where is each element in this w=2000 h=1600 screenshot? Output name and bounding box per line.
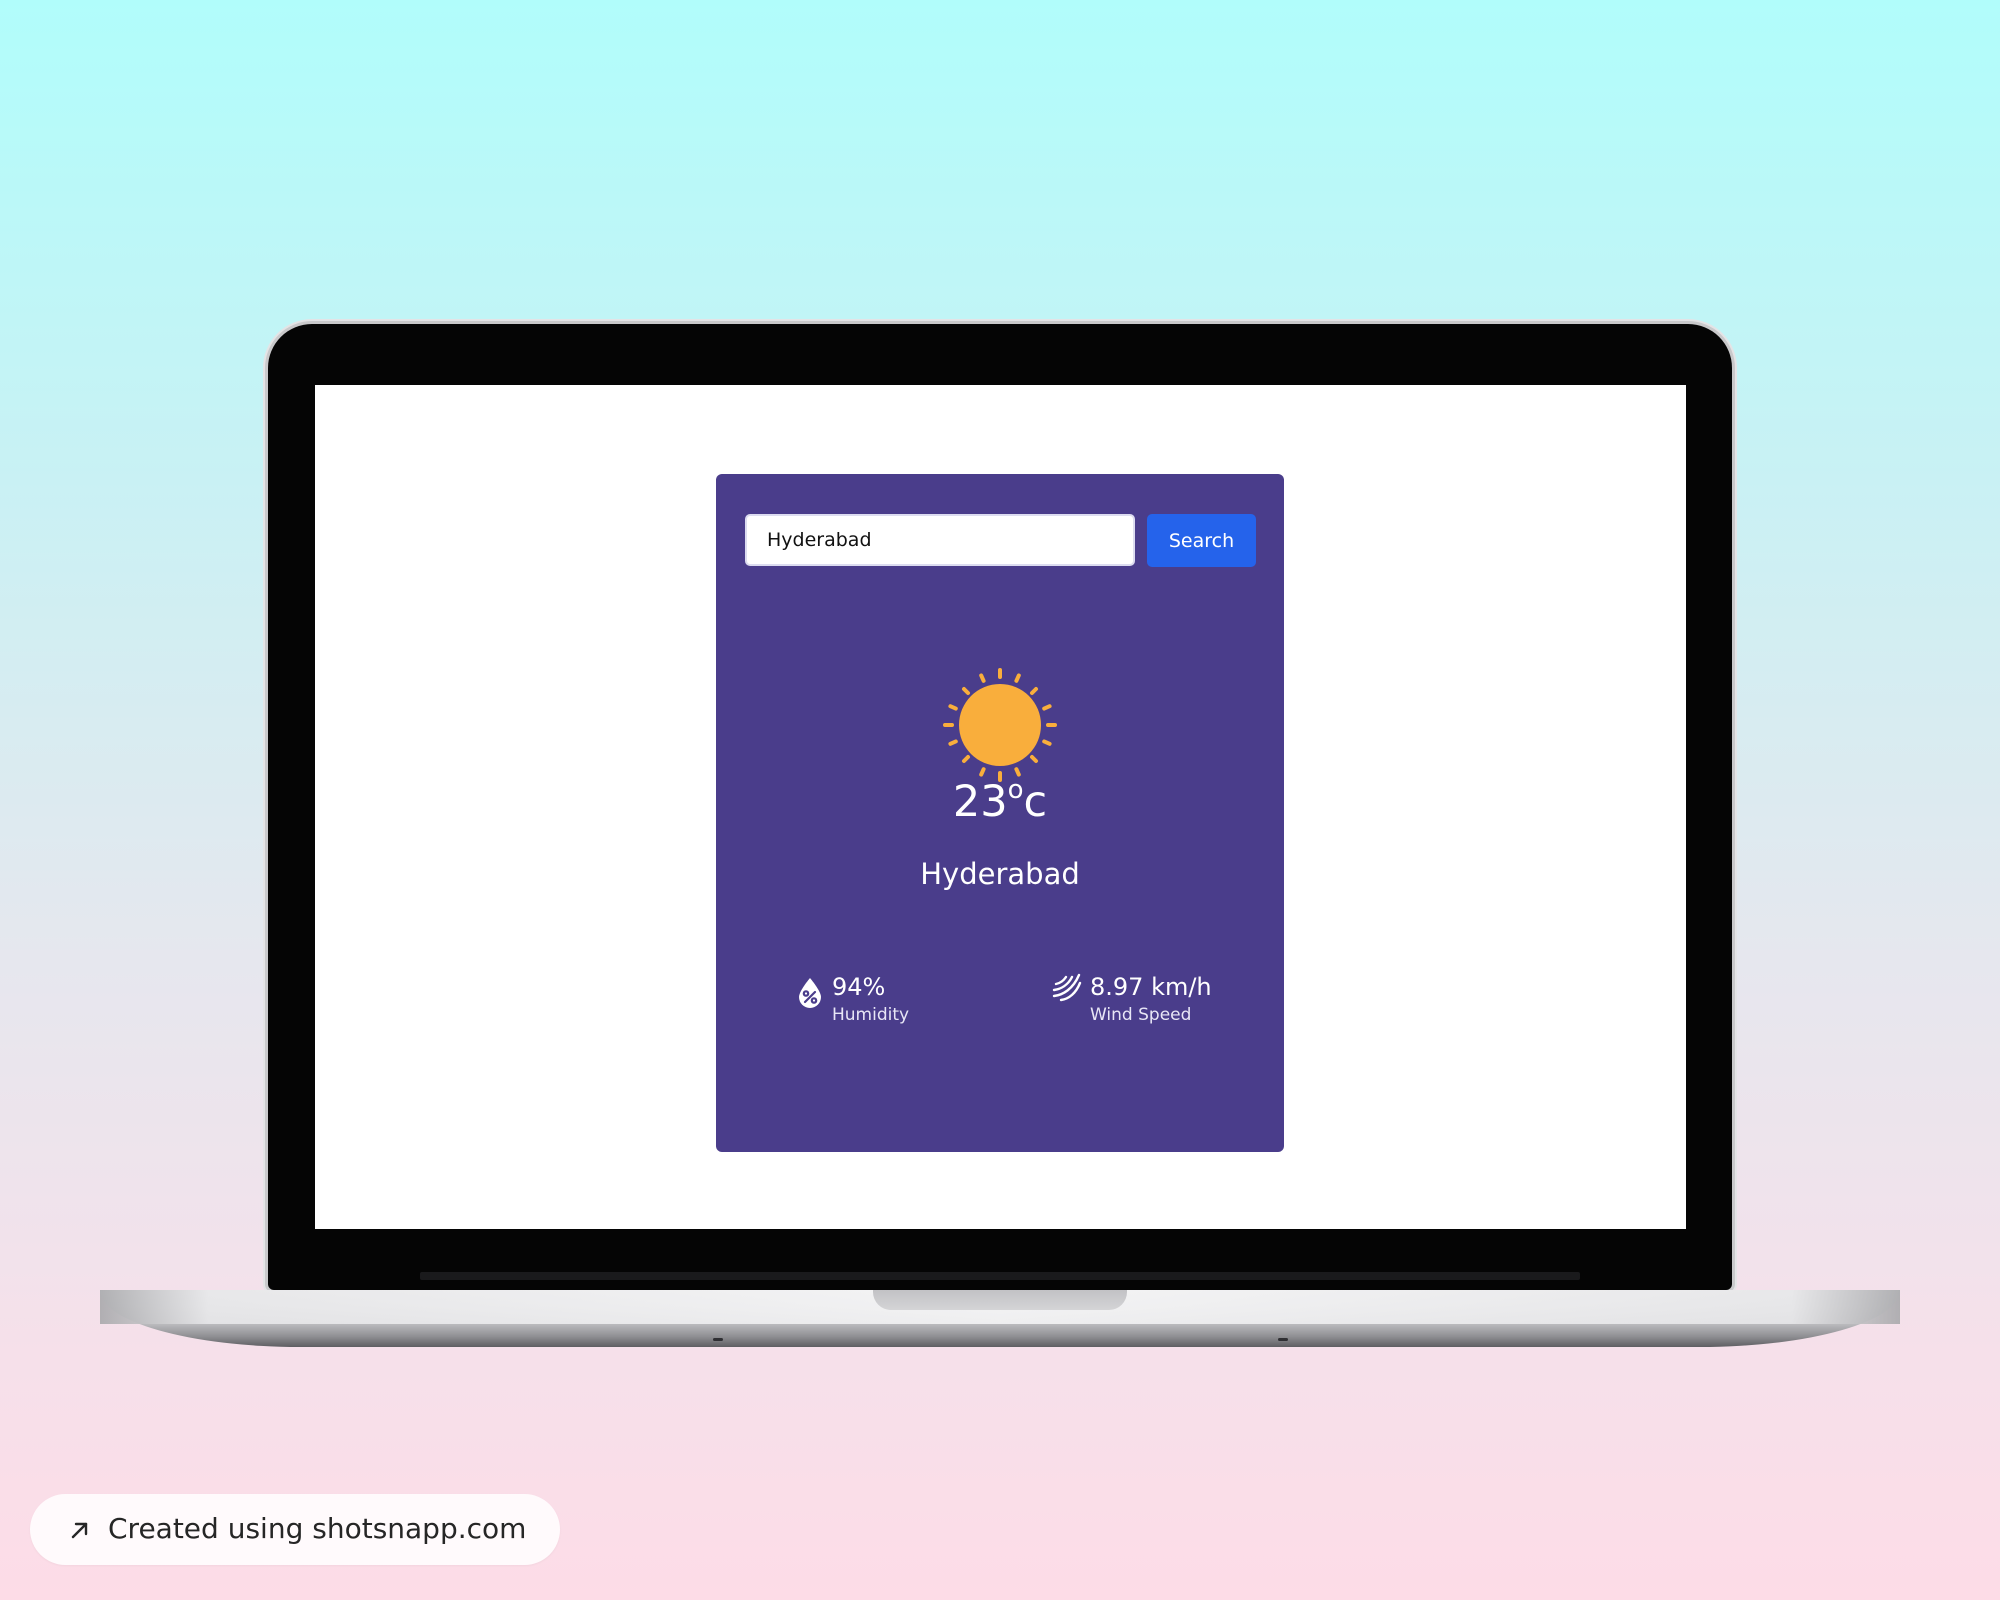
laptop-notch (873, 1290, 1127, 1310)
temperature-display: 23oc (716, 772, 1284, 832)
sun-icon (943, 668, 1057, 782)
wind-speed-value: 8.97 km/h (1090, 973, 1212, 1001)
temperature-value: 23 (952, 777, 1008, 827)
city-name: Hyderabad (920, 857, 1080, 891)
arrow-up-right-icon (71, 1522, 88, 1539)
laptop-foot-right (1278, 1338, 1288, 1341)
laptop-hinge (420, 1272, 1580, 1280)
badge-text: Created using shotsnapp.com (108, 1512, 527, 1545)
laptop-screen: Search (315, 385, 1686, 1229)
humidity-value: 94% (832, 973, 886, 1001)
temperature-unit: c (1023, 777, 1048, 827)
weather-card: Search (716, 474, 1284, 1152)
laptop-foot-left (713, 1338, 723, 1341)
wind-icon (1052, 973, 1082, 1002)
temperature-degree: o (1007, 775, 1024, 805)
city-search-input[interactable] (745, 514, 1135, 566)
humidity-icon (799, 978, 821, 1008)
wind-speed-label: Wind Speed (1090, 1005, 1192, 1025)
search-button[interactable]: Search (1147, 514, 1256, 567)
shotsnapp-badge[interactable]: Created using shotsnapp.com (30, 1494, 560, 1565)
humidity-label: Humidity (832, 1005, 910, 1025)
